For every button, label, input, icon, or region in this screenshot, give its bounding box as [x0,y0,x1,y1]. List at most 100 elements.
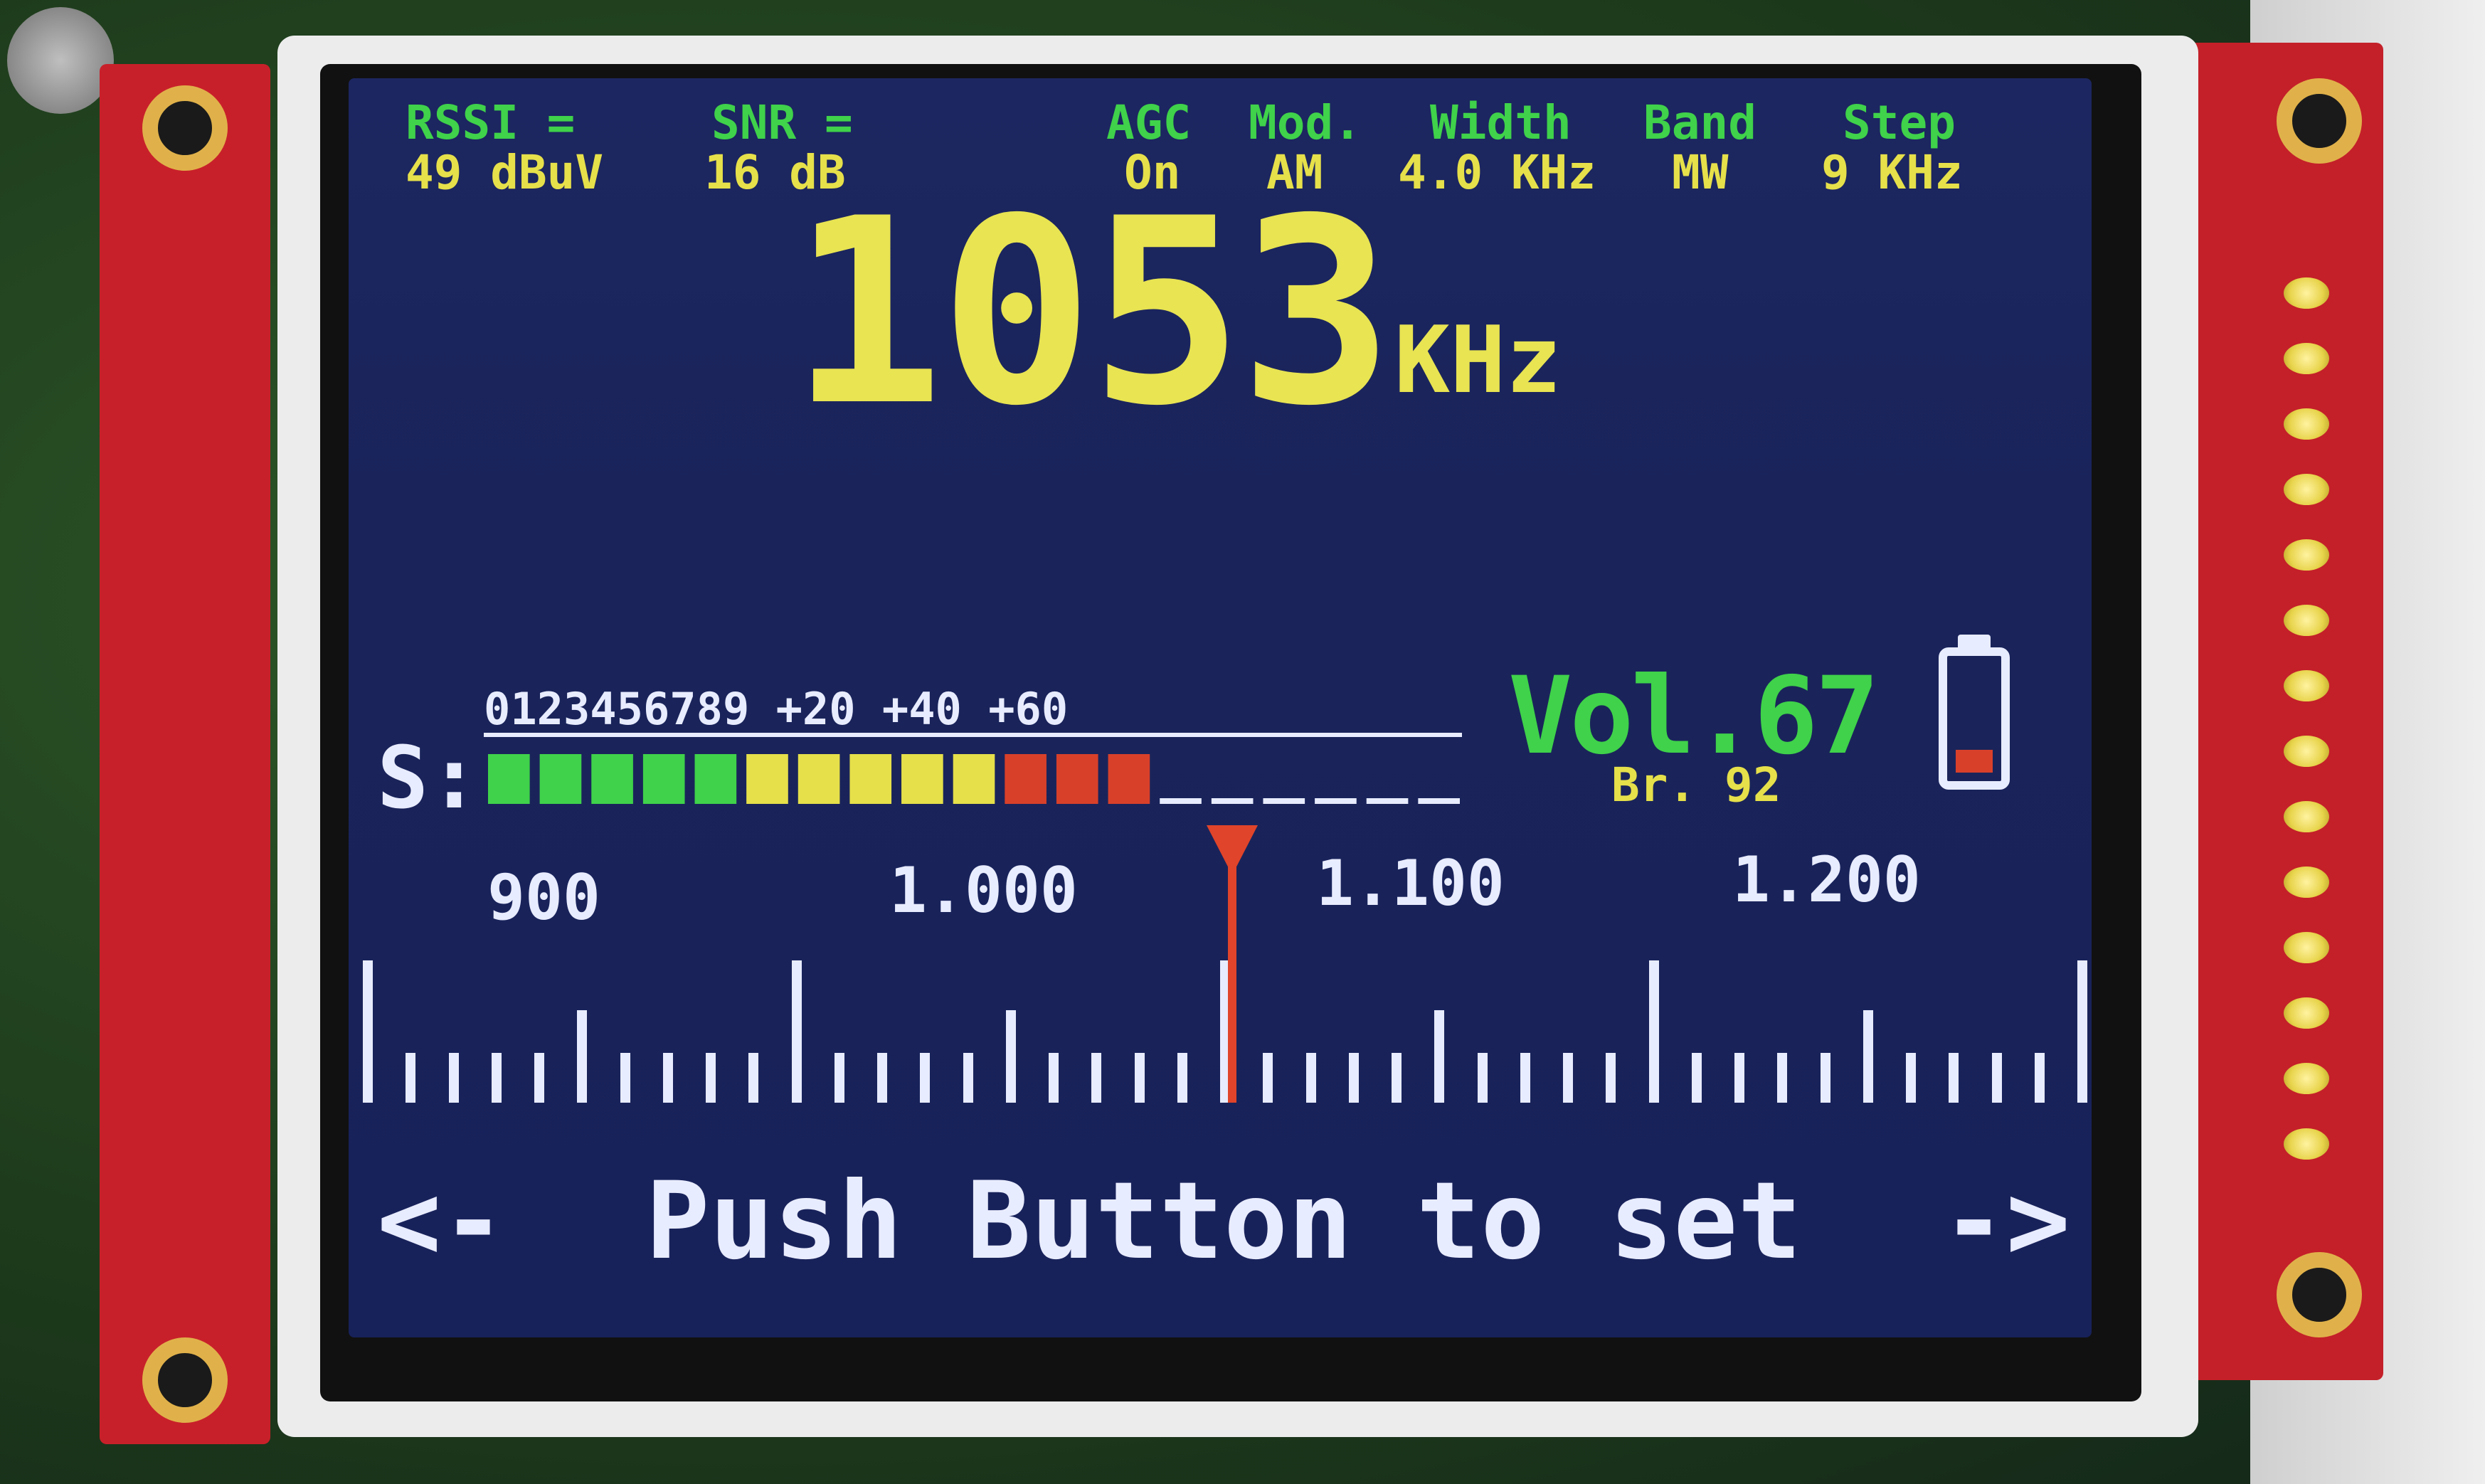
dial-tick [1134,1053,1145,1103]
dial-tick [791,960,802,1103]
dial-tick [534,1053,544,1103]
dial-tick [1520,1053,1530,1103]
dial-tick [1777,1053,1788,1103]
smeter-bar [488,754,1460,804]
smeter-scale: 0123456789 +20 +40 +60 [484,683,1069,735]
rssi-value: 49 dBuV [406,145,604,200]
dial-tick [963,1053,973,1103]
smeter-segment [1160,798,1202,804]
screw [7,7,114,114]
dial-tick [877,1053,887,1103]
dial-tick [1434,1010,1445,1103]
smeter-segment [849,754,892,804]
band-value: MW [1672,145,1729,200]
dial-tick [1049,1053,1059,1103]
header-pin [2284,670,2329,701]
dial-tick [1563,1053,1573,1103]
width-label: Width [1430,95,1572,150]
lcd-screen: RSSI = 49 dBuV SNR = 16 dB AGC On Mod. A… [349,78,2092,1337]
smeter-segment [642,754,685,804]
tuning-dial[interactable] [349,918,2092,1131]
rssi-label: RSSI = [406,95,576,150]
mod-label: Mod. [1249,95,1362,150]
smeter-segment [1263,798,1305,804]
mount-hole [2277,78,2362,164]
header-pin [2284,343,2329,374]
smeter-segment [953,754,995,804]
step-label: Step [1843,95,1956,150]
smeter-segment [798,754,840,804]
smeter-segment [901,754,943,804]
mount-hole [142,1337,228,1423]
dial-tick [1991,1053,2002,1103]
header-pin [2284,1063,2329,1094]
header-pin [2284,801,2329,832]
dial-tick [834,1053,844,1103]
dial-label-1000: 1.000 [889,854,1078,927]
band-label: Band [1643,95,1757,150]
breakout-board-left [100,64,270,1444]
frequency-unit: KHz [1394,306,1562,414]
header-pin [2284,408,2329,440]
frequency-display: 1053 [790,164,1394,462]
header-pin [2284,866,2329,898]
header-pin [2284,1128,2329,1160]
dial-tick [1091,1053,1102,1103]
left-arrow-icon[interactable]: <- [377,1160,506,1283]
dial-tick [920,1053,931,1103]
brightness-label: Br. [1611,758,1697,812]
smeter-segment [1005,754,1047,804]
header-pin [2284,997,2329,1029]
battery-level [1956,750,1993,773]
smeter-segment [1418,798,1460,804]
header-pin [2284,605,2329,636]
dial-tick [1477,1053,1488,1103]
width-value: 4.0 KHz [1398,145,1596,200]
dial-tick [1305,1053,1316,1103]
dial-tick [1005,1010,1016,1103]
dial-tick [1691,1053,1702,1103]
header-pin [2284,474,2329,505]
brightness-display: Br. 92 [1611,758,1781,812]
smeter-segment [746,754,788,804]
smeter-segment [1366,798,1409,804]
dial-tick [2077,960,2087,1103]
smeter-segment [694,754,737,804]
dial-tick [1906,1053,1916,1103]
dial-tick [662,1053,673,1103]
snr-label: SNR = [711,95,853,150]
breakout-board-right [2170,43,2383,1380]
dial-tick [406,1053,416,1103]
dial-tick [1949,1053,1959,1103]
dial-tick [577,1010,588,1103]
mount-hole [2277,1252,2362,1337]
smeter-segment [539,754,582,804]
dial-tick [620,1053,630,1103]
header-pin [2284,539,2329,571]
header-pin [2284,932,2329,963]
dial-tick [363,960,373,1103]
dial-tick [1734,1053,1744,1103]
smeter-scale-line [484,733,1462,737]
dial-tick [1820,1053,1830,1103]
push-button-message: Push Button to set [645,1160,1802,1283]
dial-tick [1348,1053,1359,1103]
header-pin [2284,736,2329,767]
smeter-segment [1056,754,1098,804]
smeter-segment [1211,798,1254,804]
dial-label-1100: 1.100 [1316,847,1505,920]
right-arrow-icon[interactable]: -> [1941,1160,2070,1283]
dial-tick [448,1053,459,1103]
smeter-segment [591,754,633,804]
header-pin [2284,277,2329,309]
dial-tick [491,1053,502,1103]
smeter-segment [488,754,530,804]
agc-label: AGC [1106,95,1192,150]
dial-tick [1606,1053,1616,1103]
dial-tick [1648,960,1659,1103]
dial-tick [1863,1010,1873,1103]
battery-icon [1939,647,2010,790]
dial-tick [748,1053,759,1103]
smeter-label: S: [377,729,480,828]
tuning-pointer [1228,839,1236,1103]
